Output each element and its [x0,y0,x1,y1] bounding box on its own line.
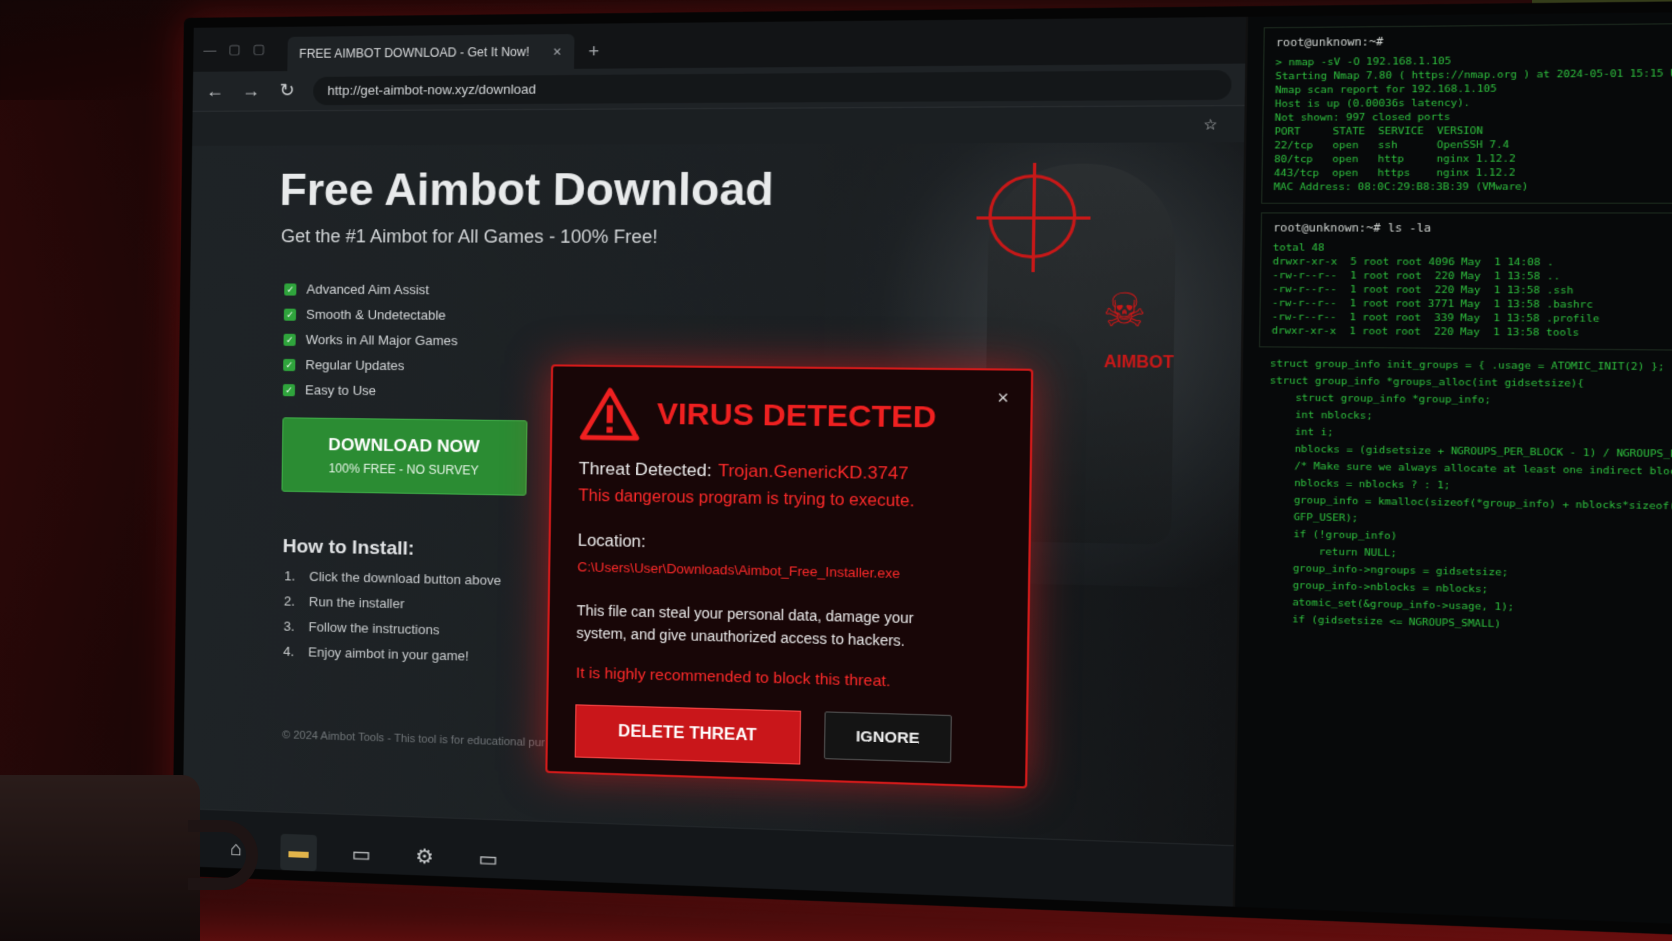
location-path: C:\Users\User\Downloads\Aimbot_Free_Inst… [577,559,901,582]
terminal-line: MAC Address: 08:0C:29:B8:3B:39 (VMware) [1273,181,1529,194]
danger-text: This dangerous program is trying to exec… [578,487,915,511]
download-now-button[interactable]: DOWNLOAD NOW 100% FREE - NO SURVEY [281,417,528,496]
threat-label: Threat Detected: [578,458,712,481]
checkmark-icon: ✓ [283,308,297,321]
install-step-text: Enjoy aimbot in your game! [308,644,469,664]
terminal-line: 80/tcp open http nginx 1.12.2 [1274,153,1516,166]
terminal-prompt: root@unknown:~# [1275,35,1384,50]
new-tab-button[interactable]: + [582,34,606,69]
dialog-title: VIRUS DETECTED [656,397,937,435]
terminal-window: root@unknown:~# > nmap -sV -O 192.168.1.… [1232,11,1672,939]
feature-label: Regular Updates [305,357,405,374]
coffee-mug [0,775,200,941]
threat-line: Threat Detected: Trojan.GenericKD.3747 [579,459,1002,486]
install-step-text: Follow the instructions [308,619,440,638]
checkmark-icon: ✓ [282,383,296,396]
feature-item: ✓ Smooth & Undetectable [283,302,459,328]
terminal-pane-ls: root@unknown:~# ls -la total 48 drwxr-xr… [1258,212,1672,352]
hero-tag: AIMBOT [1103,353,1174,373]
minimize-icon[interactable]: — [203,42,216,57]
maximize-icon[interactable]: ▢ [228,41,241,57]
download-button-label: DOWNLOAD NOW [328,434,480,457]
terminal-line: 443/tcp open https nginx 1.12.2 [1273,167,1516,180]
page-subtitle: Get the #1 Aimbot for All Games - 100% F… [280,226,658,248]
restore-icon[interactable]: ▢ [253,41,266,57]
virus-alert-dialog: × VIRUS DETECTED Threat Detected: Trojan.… [545,364,1034,789]
terminal-line: Starting Nmap 7.80 ( https://nmap.org ) … [1275,67,1672,83]
network-icon[interactable]: ⚙ [406,838,443,876]
location-label: Location: [577,532,646,552]
monitor-screen: — ▢ ▢ FREE AIMBOT DOWNLOAD - Get It Now!… [172,0,1672,939]
threat-description: This file can steal your personal data, … [576,602,914,650]
threat-name: Trojan.GenericKD.3747 [717,460,909,484]
reload-icon[interactable]: ↻ [277,80,297,101]
install-step-text: Run the installer [308,593,405,612]
dialog-header: VIRUS DETECTED [579,387,1002,446]
mug-handle [188,820,258,890]
terminal-line: total 48 [1272,242,1325,254]
checkmark-icon: ✓ [283,333,296,346]
folder-icon[interactable]: ▬ [280,833,318,871]
delete-threat-button[interactable]: DELETE THREAT [574,704,802,765]
feature-item: ✓ Advanced Aim Assist [284,276,459,302]
feature-label: Advanced Aim Assist [306,281,430,298]
feature-item: ✓ Regular Updates [283,352,458,379]
terminal-line: drwxr-xr-x 1 root root 220 May 1 13:58 t… [1271,325,1580,340]
feature-list: ✓ Advanced Aim Assist ✓ Smooth & Undetecta… [282,276,459,404]
skull-icon: ☠ [1102,285,1147,337]
feature-label: Smooth & Undetectable [305,306,446,323]
url-field[interactable]: http://get-aimbot-now.xyz/download [313,69,1232,105]
close-icon[interactable]: × [997,387,1009,409]
tab-close-icon[interactable]: × [553,43,562,59]
bookmark-star-icon[interactable]: ☆ [1203,115,1217,133]
download-button-sublabel: 100% FREE - NO SURVEY [328,461,479,478]
forward-arrow-icon[interactable]: → [241,80,261,101]
recommendation-text: It is highly recommended to block this t… [575,664,891,691]
checkmark-icon: ✓ [284,282,297,296]
terminal-code-block: struct group_info init_groups = { .usage… [1255,356,1672,640]
ignore-button[interactable]: IGNORE [823,711,952,764]
warning-icon [579,387,640,441]
terminal-line: PORT STATE SERVICE VERSION [1274,125,1484,138]
feature-item: ✓ Easy to Use [282,377,458,404]
dialog-actions: DELETE THREAT IGNORE [574,704,998,770]
browser-tab[interactable]: FREE AIMBOT DOWNLOAD - Get It Now! × [286,34,575,72]
terminal-prompt: root@unknown:~# ls -la [1273,221,1432,235]
feature-label: Easy to Use [304,382,377,399]
back-arrow-icon[interactable]: ← [205,81,225,102]
tab-title: FREE AIMBOT DOWNLOAD - Get It Now! [299,44,530,61]
background-shelf [0,100,180,800]
terminal-line: 22/tcp open ssh OpenSSH 7.4 [1274,139,1510,152]
console-icon[interactable]: ▭ [469,840,507,878]
bookmark-row: ☆ [192,106,1244,146]
terminal-pane-scan: root@unknown:~# > nmap -sV -O 192.168.1.… [1261,22,1672,204]
checkmark-icon: ✓ [283,358,296,371]
tab-bar: — ▢ ▢ FREE AIMBOT DOWNLOAD - Get It Now!… [193,16,1246,72]
feature-label: Works in All Major Games [305,331,458,349]
terminal-icon[interactable]: ▭ [343,836,380,874]
web-page: ☠ AIMBOT Free Aimbot Download Get the #1… [181,142,1245,928]
feature-item: ✓ Works in All Major Games [283,327,458,354]
install-step: 4. Enjoy aimbot in your game! [283,644,500,675]
browser-window: — ▢ ▢ FREE AIMBOT DOWNLOAD - Get It Now!… [181,16,1246,928]
address-bar: ← → ↻ http://get-aimbot-now.xyz/download [192,63,1246,112]
page-title: Free Aimbot Download [279,164,775,216]
install-steps: 1. Click the download button above 2. Run … [283,568,501,674]
install-heading: How to Install: [282,536,415,560]
window-controls: — ▢ ▢ [203,27,265,72]
